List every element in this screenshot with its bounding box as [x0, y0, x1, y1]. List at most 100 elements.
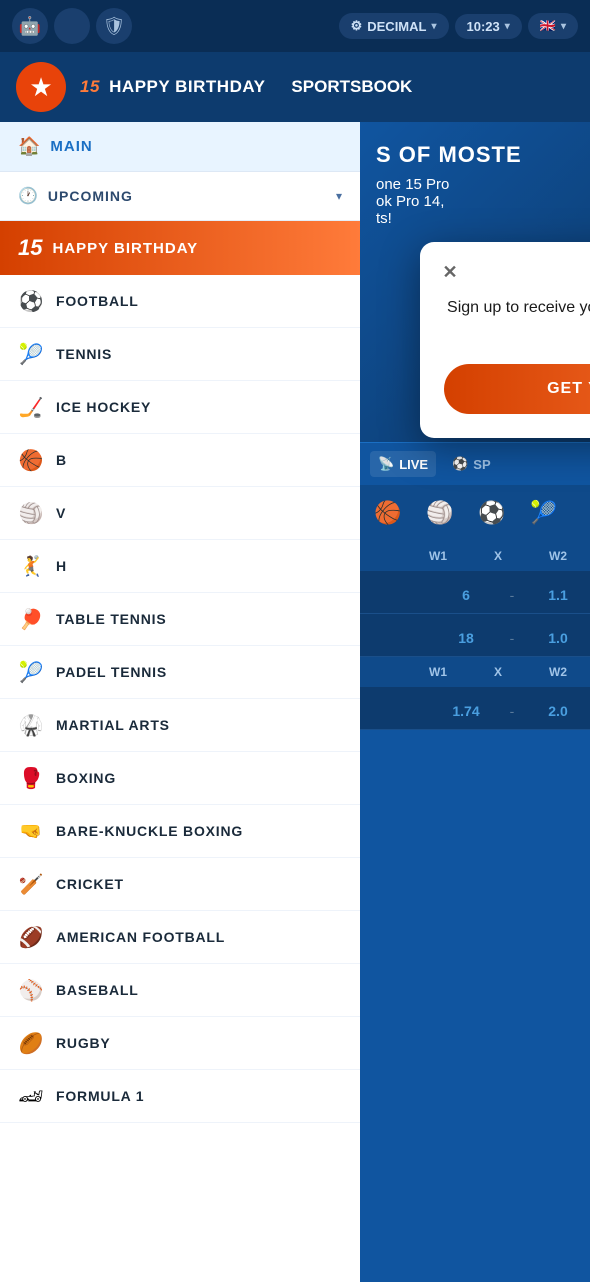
odds-values-3: 1.74 - 2.0: [372, 703, 578, 719]
decimal-label: DECIMAL: [367, 19, 426, 34]
sidebar-item-tennis[interactable]: 🎾 TENNIS: [0, 328, 360, 381]
volleyball-icon: 🏐: [18, 500, 44, 526]
football-filter-icon[interactable]: ⚽: [474, 495, 510, 531]
get-bonus-button[interactable]: GET YOUR BONUS!: [444, 364, 590, 414]
odds-values-1: 6 - 1.1: [372, 587, 578, 603]
basketball-icon: 🏀: [18, 447, 44, 473]
sidebar-item-rugby[interactable]: 🏉 RUGBY: [0, 1017, 360, 1070]
american-football-icon: 🏈: [18, 924, 44, 950]
decimal-selector[interactable]: ⚙ DECIMAL ▾: [339, 13, 449, 39]
odds-w2-1[interactable]: 1.1: [538, 587, 578, 603]
cricket-label: CRICKET: [56, 876, 124, 892]
upcoming-label: UPCOMING: [48, 188, 133, 204]
popup-text-before: Sign up to receive your: [447, 299, 590, 316]
sidebar-main[interactable]: 🏠 MAIN: [0, 122, 360, 172]
sidebar-item-ice-hockey[interactable]: 🏒 ICE HOCKEY: [0, 381, 360, 434]
odds-row-1: 6 - 1.1: [360, 571, 590, 614]
sidebar-item-basketball[interactable]: 🏀 B: [0, 434, 360, 487]
time-chevron: ▾: [505, 21, 510, 32]
live-tabs: 📡 LIVE ⚽ SP: [360, 442, 590, 485]
baseball-icon: ⚾: [18, 977, 44, 1003]
sidebar-item-cricket[interactable]: 🏏 CRICKET: [0, 858, 360, 911]
tennis-icon: 🎾: [18, 341, 44, 367]
sidebar-item-american-football[interactable]: 🏈 AMERICAN FOOTBALL: [0, 911, 360, 964]
sport-icons-row: 🏀 🏐 ⚽ 🎾: [360, 485, 590, 541]
sidebar-item-martial-arts[interactable]: 🥋 MARTIAL ARTS: [0, 699, 360, 752]
sidebar-item-boxing[interactable]: 🥊 BOXING: [0, 752, 360, 805]
sidebar-item-football[interactable]: ⚽ FOOTBALL: [0, 275, 360, 328]
volleyball-label: V: [56, 505, 66, 521]
settings-icon: ⚙: [351, 18, 363, 34]
tennis-filter-icon[interactable]: 🎾: [526, 495, 562, 531]
odds-w1-3[interactable]: 1.74: [446, 703, 486, 719]
odds-row-3: 1.74 - 2.0: [360, 687, 590, 730]
football-label: FOOTBALL: [56, 293, 139, 309]
boxing-label: BOXING: [56, 770, 116, 786]
status-bar-right: ⚙ DECIMAL ▾ 10:23 ▾ 🇬🇧 ▾: [339, 13, 578, 39]
bare-knuckle-boxing-label: BARE-KNUCKLE BOXING: [56, 823, 243, 839]
odds-col-w2-b: W2: [538, 665, 578, 679]
birthday-number: 15: [80, 77, 100, 96]
sidebar-item-volleyball[interactable]: 🏐 V: [0, 487, 360, 540]
sidebar-item-baseball[interactable]: ⚾ BASEBALL: [0, 964, 360, 1017]
american-football-label: AMERICAN FOOTBALL: [56, 929, 225, 945]
clock-icon: 🕐: [18, 186, 38, 206]
apple-icon[interactable]: [54, 8, 90, 44]
odds-w2-3[interactable]: 2.0: [538, 703, 578, 719]
birthday-banner-number: 15: [18, 235, 42, 261]
odds-w2-2[interactable]: 1.0: [538, 630, 578, 646]
martial-arts-label: MARTIAL ARTS: [56, 717, 170, 733]
odds-col-w1-b: W1: [418, 665, 458, 679]
odds-col-x: X: [478, 549, 518, 563]
flag-icon: 🇬🇧: [540, 18, 556, 34]
logo[interactable]: ★: [16, 62, 66, 112]
table-tennis-label: TABLE TENNIS: [56, 611, 166, 627]
martial-arts-icon: 🥋: [18, 712, 44, 738]
ice-hockey-label: ICE HOCKEY: [56, 399, 151, 415]
right-panel: S OF MOSTE one 15 Pro ok Pro 14, ts! 🚗 📡…: [360, 122, 590, 1282]
odds-col-x-b: X: [478, 665, 518, 679]
live-signal-icon: 📡: [378, 456, 394, 472]
sidebar-item-handball[interactable]: 🤾 H: [0, 540, 360, 593]
time-selector[interactable]: 10:23 ▾: [455, 14, 522, 39]
formula-1-icon: 🏎: [18, 1083, 44, 1109]
language-selector[interactable]: 🇬🇧 ▾: [528, 13, 578, 39]
sidebar: 🏠 MAIN 🕐 UPCOMING ▾ 15 HAPPY BIRTHDAY ⚽ …: [0, 122, 360, 1282]
odds-x-2: -: [502, 630, 522, 646]
sidebar-upcoming[interactable]: 🕐 UPCOMING ▾: [0, 172, 360, 221]
rugby-label: RUGBY: [56, 1035, 111, 1051]
cricket-icon: 🏏: [18, 871, 44, 897]
odds-header-row-1: W1 X W2: [360, 541, 590, 571]
decimal-chevron: ▾: [431, 21, 436, 32]
main-layout: 🏠 MAIN 🕐 UPCOMING ▾ 15 HAPPY BIRTHDAY ⚽ …: [0, 122, 590, 1282]
sidebar-item-bare-knuckle-boxing[interactable]: 🤜 BARE-KNUCKLE BOXING: [0, 805, 360, 858]
boxing-icon: 🥊: [18, 765, 44, 791]
header-sportsbook: SPORTSBOOK: [279, 77, 412, 97]
status-bar-left: 🤖 🛡: [12, 8, 132, 44]
odds-col-w2: W2: [538, 549, 578, 563]
promo-line2: ok Pro 14,: [376, 193, 574, 210]
sports-tab[interactable]: ⚽ SP: [444, 451, 499, 477]
popup-close-button[interactable]: ✕: [436, 258, 464, 286]
ice-hockey-icon: 🏒: [18, 394, 44, 420]
sidebar-item-padel-tennis[interactable]: 🎾 PADEL TENNIS: [0, 646, 360, 699]
sidebar-birthday-banner[interactable]: 15 HAPPY BIRTHDAY: [0, 221, 360, 275]
android-icon[interactable]: 🤖: [12, 8, 48, 44]
table-tennis-icon: 🏓: [18, 606, 44, 632]
sidebar-item-formula-1[interactable]: 🏎 FORMULA 1: [0, 1070, 360, 1123]
shield-icon: 🛡: [96, 8, 132, 44]
sidebar-item-table-tennis[interactable]: 🏓 TABLE TENNIS: [0, 593, 360, 646]
status-bar: 🤖 🛡 ⚙ DECIMAL ▾ 10:23 ▾ 🇬🇧 ▾: [0, 0, 590, 52]
volleyball-filter-icon[interactable]: 🏐: [422, 495, 458, 531]
odds-w1-2[interactable]: 18: [446, 630, 486, 646]
promo-heading: S OF MOSTE: [376, 142, 574, 168]
odds-w1-1[interactable]: 6: [446, 587, 486, 603]
football-icon: ⚽: [18, 288, 44, 314]
live-label: LIVE: [399, 457, 428, 472]
formula-1-label: FORMULA 1: [56, 1088, 144, 1104]
upcoming-chevron: ▾: [336, 189, 342, 203]
padel-tennis-label: PADEL TENNIS: [56, 664, 167, 680]
live-tab[interactable]: 📡 LIVE: [370, 451, 436, 477]
basketball-filter-icon[interactable]: 🏀: [370, 495, 406, 531]
main-label: MAIN: [50, 138, 92, 155]
